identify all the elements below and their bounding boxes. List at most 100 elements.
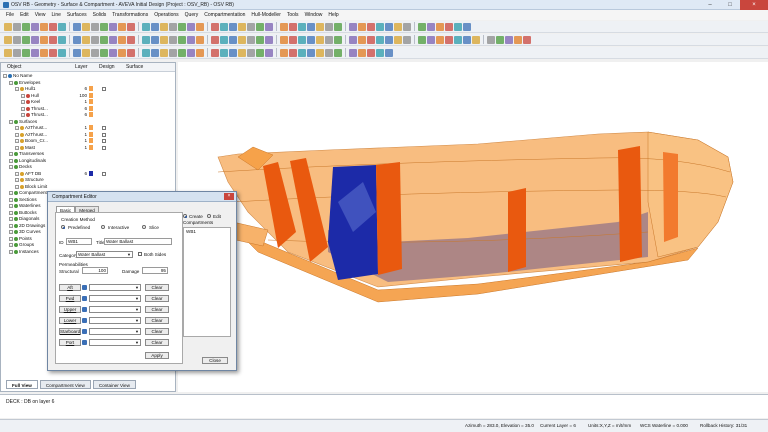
tool-icon[interactable]: [376, 48, 384, 57]
tool-icon[interactable]: [316, 48, 324, 57]
tool-icon[interactable]: [127, 35, 135, 44]
limit-select[interactable]: ▼: [89, 317, 141, 324]
expand-icon[interactable]: -: [9, 223, 13, 228]
tool-icon[interactable]: [100, 35, 108, 44]
clear-button[interactable]: Clear: [145, 328, 169, 335]
tree-row[interactable]: - Decks: [1, 164, 175, 170]
expand-icon[interactable]: -: [15, 126, 19, 130]
tool-icon[interactable]: [358, 22, 366, 31]
expand-icon[interactable]: -: [9, 236, 13, 241]
expand-icon[interactable]: -: [9, 165, 13, 169]
tool-icon[interactable]: [142, 35, 150, 44]
menu-operations[interactable]: Operations: [151, 12, 181, 18]
tool-icon[interactable]: [238, 22, 246, 31]
tool-icon[interactable]: [211, 22, 219, 31]
clear-button[interactable]: Clear: [145, 339, 169, 346]
tree-row[interactable]: - No Name: [1, 73, 175, 79]
expand-icon[interactable]: -: [9, 249, 13, 254]
expand-icon[interactable]: -: [15, 184, 19, 189]
tool-icon[interactable]: [82, 35, 90, 44]
expand-icon[interactable]: -: [15, 171, 19, 176]
tool-icon[interactable]: [280, 22, 288, 31]
tool-icon[interactable]: [22, 48, 30, 57]
expand-icon[interactable]: -: [15, 178, 19, 182]
tool-icon[interactable]: [31, 35, 39, 44]
tool-icon[interactable]: [91, 48, 99, 57]
radio-interactive[interactable]: [101, 225, 105, 229]
tool-icon[interactable]: [289, 35, 297, 44]
tool-icon[interactable]: [151, 48, 159, 57]
menu-solids[interactable]: Solids: [90, 12, 110, 18]
tool-icon[interactable]: [496, 35, 504, 44]
radio-edit[interactable]: [207, 214, 211, 218]
expand-icon[interactable]: -: [15, 145, 19, 150]
tree-row[interactable]: - Hull 100: [1, 92, 175, 99]
list-item[interactable]: WB1: [186, 229, 228, 234]
pick-icon[interactable]: [82, 296, 87, 301]
menu-surfaces[interactable]: Surfaces: [64, 12, 90, 18]
tool-icon[interactable]: [4, 22, 12, 31]
tool-icon[interactable]: [118, 48, 126, 57]
tool-icon[interactable]: [220, 48, 228, 57]
menu-edit[interactable]: Edit: [17, 12, 32, 18]
tree-row[interactable]: - Boom_Cr... 1: [1, 138, 175, 144]
tool-icon[interactable]: [427, 22, 435, 31]
tool-icon[interactable]: [73, 48, 81, 57]
design-checkbox[interactable]: [102, 126, 106, 130]
expand-icon[interactable]: -: [9, 119, 13, 124]
tool-icon[interactable]: [298, 35, 306, 44]
menu-query[interactable]: Query: [182, 12, 202, 18]
tool-icon[interactable]: [487, 35, 495, 44]
radio-slice[interactable]: [142, 225, 146, 229]
tool-icon[interactable]: [472, 35, 480, 44]
tool-icon[interactable]: [220, 22, 228, 31]
tool-icon[interactable]: [229, 35, 237, 44]
tool-icon[interactable]: [100, 48, 108, 57]
pick-icon[interactable]: [82, 318, 87, 323]
column-layer[interactable]: Layer: [75, 64, 88, 70]
tool-icon[interactable]: [349, 35, 357, 44]
tool-icon[interactable]: [307, 48, 315, 57]
tool-icon[interactable]: [100, 22, 108, 31]
tool-icon[interactable]: [196, 22, 204, 31]
tool-icon[interactable]: [418, 35, 426, 44]
menu-tools[interactable]: Tools: [284, 12, 302, 18]
tool-icon[interactable]: [436, 35, 444, 44]
tool-icon[interactable]: [142, 22, 150, 31]
tool-icon[interactable]: [91, 35, 99, 44]
tool-icon[interactable]: [394, 35, 402, 44]
tool-icon[interactable]: [247, 22, 255, 31]
expand-icon[interactable]: -: [9, 230, 13, 234]
tool-icon[interactable]: [385, 35, 393, 44]
design-checkbox[interactable]: [102, 171, 106, 176]
expand-icon[interactable]: -: [15, 87, 19, 91]
limit-select[interactable]: ▼: [89, 306, 141, 313]
pick-icon[interactable]: [82, 340, 87, 345]
tool-icon[interactable]: [211, 35, 219, 44]
limit-lower-button[interactable]: Lower: [59, 317, 81, 324]
tool-icon[interactable]: [334, 35, 342, 44]
radio-create[interactable]: [183, 214, 187, 218]
layer-color-swatch[interactable]: [89, 105, 93, 111]
tool-icon[interactable]: [256, 35, 264, 44]
expand-icon[interactable]: -: [9, 217, 13, 221]
tree-row[interactable]: - Mast 1: [1, 144, 175, 151]
expand-icon[interactable]: -: [21, 106, 25, 111]
design-checkbox[interactable]: [102, 132, 106, 137]
tool-icon[interactable]: [427, 35, 435, 44]
tool-icon[interactable]: [91, 22, 99, 31]
tool-icon[interactable]: [31, 48, 39, 57]
tool-icon[interactable]: [196, 48, 204, 57]
pick-icon[interactable]: [82, 307, 87, 312]
tool-icon[interactable]: [307, 22, 315, 31]
tool-icon[interactable]: [49, 35, 57, 44]
menu-window[interactable]: Window: [302, 12, 326, 18]
tool-icon[interactable]: [265, 35, 273, 44]
layer-color-swatch[interactable]: [89, 99, 93, 104]
tool-icon[interactable]: [58, 35, 66, 44]
tree-row[interactable]: - Block Limit: [1, 184, 175, 190]
column-object[interactable]: Object: [7, 64, 21, 70]
tool-icon[interactable]: [4, 35, 12, 44]
tool-icon[interactable]: [160, 22, 168, 31]
tool-icon[interactable]: [325, 22, 333, 31]
